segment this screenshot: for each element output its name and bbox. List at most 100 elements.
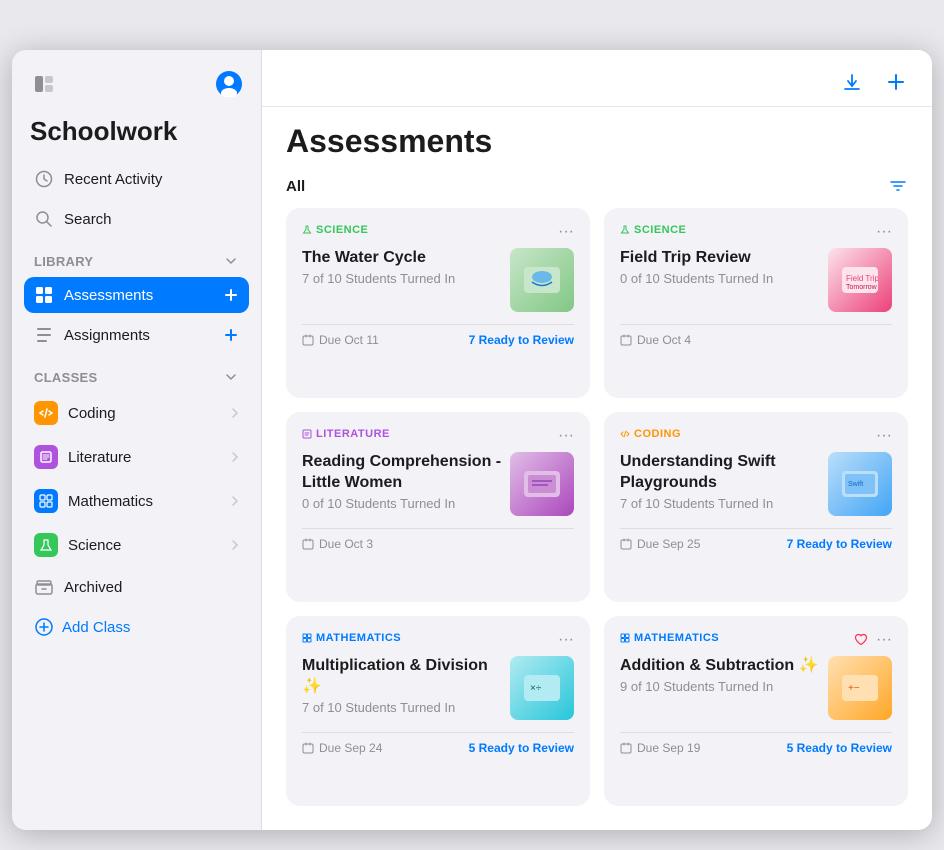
card-more-mult[interactable]: ··· bbox=[558, 632, 574, 648]
card-more-field-trip[interactable]: ··· bbox=[876, 224, 892, 240]
archived-label: Archived bbox=[64, 579, 122, 596]
sidebar-item-recent-activity[interactable]: Recent Activity bbox=[24, 161, 249, 197]
science-subject-icon bbox=[302, 225, 312, 235]
app-window: Schoolwork Recent Activity Search Librar… bbox=[12, 50, 932, 830]
archived-icon bbox=[34, 577, 54, 597]
card-thumb-add-sub: +− bbox=[828, 656, 892, 720]
card-thumb-field-trip: Field TripTomorrow bbox=[828, 248, 892, 312]
mathematics-class-icon bbox=[34, 489, 58, 513]
assessments-icon bbox=[34, 285, 54, 305]
science-chevron-icon bbox=[231, 538, 239, 552]
sidebar-item-literature[interactable]: Literature bbox=[24, 437, 249, 477]
coding-chevron-icon bbox=[231, 406, 239, 420]
card-thumb-reading-comp bbox=[510, 452, 574, 516]
card-title-swift: Understanding Swift Playgrounds bbox=[620, 452, 820, 494]
math-subject-icon-1 bbox=[302, 633, 312, 643]
coding-class-icon bbox=[34, 401, 58, 425]
card-water-cycle[interactable]: SCIENCE ··· The Water Cycle 7 of 10 Stud… bbox=[286, 208, 590, 398]
svg-text:×÷: ×÷ bbox=[530, 683, 542, 694]
svg-text:Field Trip: Field Trip bbox=[846, 274, 878, 283]
profile-icon[interactable] bbox=[215, 70, 243, 98]
literature-subject-icon bbox=[302, 429, 312, 439]
literature-chevron-icon bbox=[231, 450, 239, 464]
card-title-water-cycle: The Water Cycle bbox=[302, 248, 502, 269]
add-class-button[interactable]: Add Class bbox=[24, 609, 249, 645]
sidebar-title: Schoolwork bbox=[24, 110, 249, 157]
add-class-icon bbox=[34, 617, 54, 637]
cards-grid: SCIENCE ··· The Water Cycle 7 of 10 Stud… bbox=[262, 208, 932, 830]
heart-icon[interactable] bbox=[854, 633, 868, 647]
science-subject-icon-2 bbox=[620, 225, 630, 235]
add-class-label: Add Class bbox=[62, 619, 130, 636]
classes-title: Classes bbox=[34, 370, 98, 385]
sidebar-item-assessments[interactable]: Assessments bbox=[24, 277, 249, 313]
sidebar-toggle-icon[interactable] bbox=[30, 70, 58, 98]
filter-all[interactable]: All bbox=[286, 178, 305, 195]
page-title: Assessments bbox=[286, 123, 908, 160]
card-due-mult: Due Sep 24 bbox=[302, 741, 382, 755]
toolbar bbox=[262, 50, 932, 107]
card-title-add-sub: Addition & Subtraction ✨ bbox=[620, 656, 820, 677]
svg-text:Tomorrow: Tomorrow bbox=[846, 284, 878, 291]
coding-label: Coding bbox=[68, 405, 116, 422]
card-subtitle-add-sub: 9 of 10 Students Turned In bbox=[620, 679, 820, 694]
card-subject-math-1: MATHEMATICS bbox=[302, 632, 401, 644]
card-subtitle-reading-comp: 0 of 10 Students Turned In bbox=[302, 496, 502, 511]
sidebar-item-mathematics[interactable]: Mathematics bbox=[24, 481, 249, 521]
card-subject-literature: LITERATURE bbox=[302, 428, 390, 440]
card-thumb-mult: ×÷ bbox=[510, 656, 574, 720]
sidebar-item-assignments[interactable]: Assignments bbox=[24, 317, 249, 353]
assignments-label: Assignments bbox=[64, 327, 150, 344]
card-subtitle-field-trip: 0 of 10 Students Turned In bbox=[620, 271, 820, 286]
svg-text:+−: +− bbox=[848, 683, 860, 694]
assignments-add-icon[interactable] bbox=[223, 327, 239, 343]
card-due-water-cycle: Due Oct 11 bbox=[302, 333, 379, 347]
card-add-sub[interactable]: MATHEMATICS ··· Addition & Subtraction ✨… bbox=[604, 616, 908, 806]
assessments-add-icon[interactable] bbox=[223, 287, 239, 303]
card-field-trip[interactable]: SCIENCE ··· Field Trip Review 0 of 10 St… bbox=[604, 208, 908, 398]
card-reading-comp[interactable]: LITERATURE ··· Reading Comprehension - L… bbox=[286, 412, 590, 602]
card-title-reading-comp: Reading Comprehension - Little Women bbox=[302, 452, 502, 494]
card-review-swift: 7 Ready to Review bbox=[787, 537, 892, 551]
science-class-icon bbox=[34, 533, 58, 557]
mathematics-chevron-icon bbox=[231, 494, 239, 508]
main-content: Assessments All SCIENCE ··· bbox=[262, 50, 932, 830]
search-icon bbox=[34, 209, 54, 229]
literature-class-icon bbox=[34, 445, 58, 469]
sidebar-item-coding[interactable]: Coding bbox=[24, 393, 249, 433]
card-thumb-swift: Swift bbox=[828, 452, 892, 516]
card-subject-science-1: SCIENCE bbox=[302, 224, 368, 236]
card-more-add-sub[interactable]: ··· bbox=[876, 632, 892, 648]
card-subtitle-swift: 7 of 10 Students Turned In bbox=[620, 496, 820, 511]
card-title-mult: Multiplication & Division ✨ bbox=[302, 656, 502, 698]
coding-subject-icon bbox=[620, 429, 630, 439]
card-swift-playgrounds[interactable]: CODING ··· Understanding Swift Playgroun… bbox=[604, 412, 908, 602]
filter-bar: All bbox=[262, 168, 932, 208]
mathematics-label: Mathematics bbox=[68, 493, 153, 510]
card-review-mult: 5 Ready to Review bbox=[469, 741, 574, 755]
card-subtitle-water-cycle: 7 of 10 Students Turned In bbox=[302, 271, 502, 286]
add-button[interactable] bbox=[880, 66, 912, 98]
sidebar-item-search[interactable]: Search bbox=[24, 201, 249, 237]
science-label: Science bbox=[68, 537, 121, 554]
download-button[interactable] bbox=[836, 66, 868, 98]
card-review-add-sub: 5 Ready to Review bbox=[787, 741, 892, 755]
sidebar-header bbox=[24, 70, 249, 98]
card-mult-division[interactable]: MATHEMATICS ··· Multiplication & Divisio… bbox=[286, 616, 590, 806]
card-thumb-water-cycle bbox=[510, 248, 574, 312]
library-chevron-icon bbox=[223, 253, 239, 269]
sidebar-item-science[interactable]: Science bbox=[24, 525, 249, 565]
sidebar-item-archived[interactable]: Archived bbox=[24, 569, 249, 605]
card-review-water-cycle: 7 Ready to Review bbox=[469, 333, 574, 347]
card-more-swift[interactable]: ··· bbox=[876, 428, 892, 444]
classes-section-header: Classes bbox=[24, 357, 249, 389]
filter-icon[interactable] bbox=[888, 176, 908, 196]
card-subject-math-2: MATHEMATICS bbox=[620, 632, 719, 644]
library-section-header: Library bbox=[24, 241, 249, 273]
card-subject-coding: CODING bbox=[620, 428, 681, 440]
literature-label: Literature bbox=[68, 449, 131, 466]
card-more-water-cycle[interactable]: ··· bbox=[558, 224, 574, 240]
card-more-reading-comp[interactable]: ··· bbox=[558, 428, 574, 444]
classes-chevron-icon bbox=[223, 369, 239, 385]
card-due-reading-comp: Due Oct 3 bbox=[302, 537, 373, 551]
